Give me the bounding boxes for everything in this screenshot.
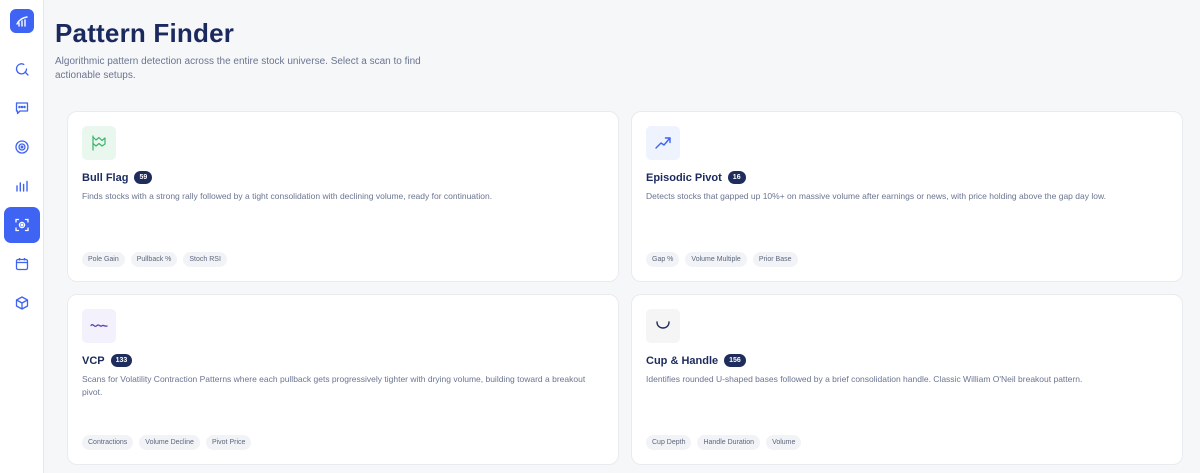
tag: Stoch RSI	[183, 252, 227, 267]
target-icon	[14, 140, 29, 154]
scan-card-episodic-pivot[interactable]: Episodic Pivot 16 Detects stocks that ga…	[631, 111, 1183, 282]
count-badge: 59	[134, 171, 153, 184]
scan-card-cup-and-handle[interactable]: Cup & Handle 156 Identifies rounded U-sh…	[631, 294, 1183, 465]
tag: Prior Base	[752, 252, 798, 267]
card-description: Identifies rounded U-shaped bases follow…	[646, 374, 1083, 384]
count-badge: 133	[110, 354, 133, 367]
tag: Cup Depth	[646, 435, 692, 450]
card-header: Bull Flag 59	[82, 171, 604, 184]
tag: Handle Duration	[697, 435, 761, 450]
scan-icon	[14, 218, 29, 232]
tag: Volume Decline	[139, 435, 200, 450]
card-title: Bull Flag	[82, 171, 129, 184]
tag-list: Pole Gain Pullback % Stoch RSI	[82, 252, 227, 267]
page-title: Pattern Finder	[55, 18, 235, 48]
card-header: VCP 133	[82, 354, 604, 367]
calendar-icon	[15, 258, 28, 271]
card-icon-container	[646, 126, 680, 160]
tag-list: Cup Depth Handle Duration Volume	[646, 435, 802, 450]
scan-card-bull-flag[interactable]: Bull Flag 59 Finds stocks with a strong …	[67, 111, 619, 282]
count-badge: 16	[727, 171, 746, 184]
sidebar-item-chat[interactable]	[4, 90, 40, 126]
card-title: Episodic Pivot	[646, 171, 722, 184]
main-content: Pattern Finder Algorithmic pattern detec…	[44, 0, 1200, 473]
card-header: Episodic Pivot 16	[646, 171, 1168, 184]
card-icon-container	[646, 309, 680, 343]
card-title: Cup & Handle	[646, 354, 719, 367]
tag: Pivot Price	[205, 435, 252, 450]
sidebar	[0, 0, 44, 473]
sidebar-item-pattern-finder[interactable]	[3, 207, 40, 243]
tag: Volume	[766, 435, 802, 450]
search-refresh-icon	[15, 63, 29, 76]
scan-card-vcp[interactable]: VCP 133 Scans for Volatility Contraction…	[67, 294, 619, 465]
tag-list: Gap % Volume Multiple Prior Base	[646, 252, 798, 267]
card-icon-container	[82, 126, 116, 160]
sidebar-item-calendar[interactable]	[4, 246, 40, 282]
cube-icon	[15, 296, 28, 310]
tag: Pullback %	[130, 252, 178, 267]
card-title: VCP	[82, 354, 105, 367]
tag-list: Contractions Volume Decline Pivot Price	[82, 435, 252, 450]
cup-icon	[656, 321, 670, 329]
sidebar-item-charts[interactable]	[4, 168, 40, 204]
trend-up-icon	[655, 137, 671, 149]
sidebar-item-target[interactable]	[4, 129, 40, 165]
chat-icon	[15, 102, 28, 115]
page-subtitle: Algorithmic pattern detection across the…	[55, 56, 421, 81]
tag: Volume Multiple	[685, 252, 747, 267]
tag: Pole Gain	[82, 252, 125, 267]
card-description: Finds stocks with a strong rally followe…	[82, 191, 493, 201]
scan-grid: Bull Flag 59 Finds stocks with a strong …	[67, 111, 1183, 465]
wave-icon	[90, 324, 108, 327]
tag: Gap %	[646, 252, 680, 267]
logo-icon[interactable]	[9, 9, 34, 33]
card-icon-container	[82, 309, 116, 343]
sidebar-item-search[interactable]	[4, 51, 40, 87]
sidebar-item-cube[interactable]	[4, 285, 40, 321]
bar-chart-icon	[15, 180, 28, 192]
card-description: Scans for Volatility Contraction Pattern…	[82, 374, 586, 397]
card-description: Detects stocks that gapped up 10%+ on ma…	[646, 191, 1106, 201]
app: Pattern Finder Algorithmic pattern detec…	[0, 0, 1200, 473]
flag-icon	[92, 135, 106, 151]
tag: Contractions	[82, 435, 134, 450]
count-badge: 156	[724, 354, 746, 367]
card-header: Cup & Handle 156	[646, 354, 1168, 367]
